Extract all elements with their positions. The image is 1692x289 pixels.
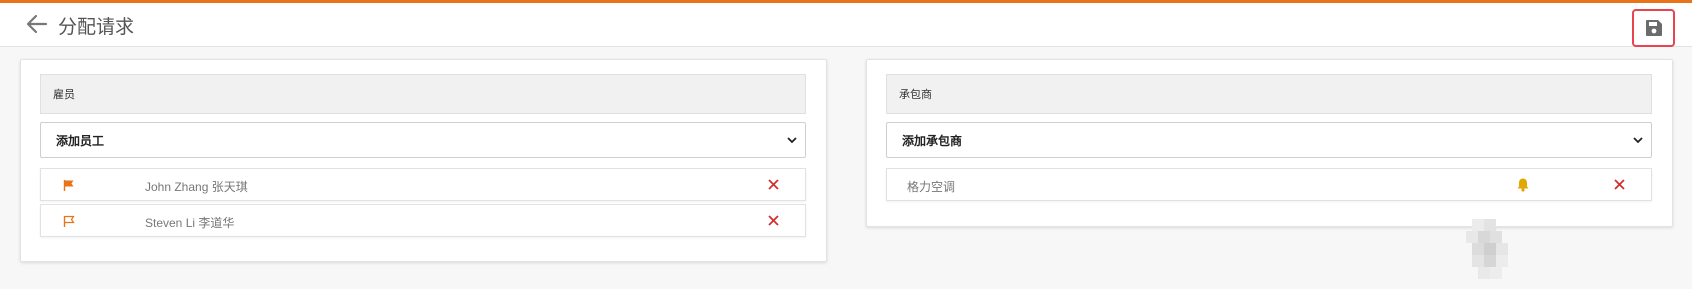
- floppy-disk-icon: [1645, 20, 1662, 36]
- remove-employee-button[interactable]: [767, 214, 780, 227]
- employees-card: 雇员 添加员工 John Zhang 张天琪 Steven Li 李道华: [20, 59, 827, 262]
- add-employee-select-value: 添加员工: [56, 133, 105, 148]
- employee-name: Steven Li 李道华: [145, 216, 235, 230]
- contractor-row: 格力空调: [886, 168, 1652, 201]
- employee-row: John Zhang 张天琪: [40, 168, 806, 201]
- employees-section-title: 雇员: [53, 89, 75, 101]
- contractors-card: 承包商 添加承包商 格力空调: [866, 59, 1673, 227]
- chevron-down-icon: [1631, 133, 1645, 147]
- add-employee-select[interactable]: 添加员工: [40, 122, 806, 158]
- close-icon: [768, 215, 779, 226]
- employee-name: John Zhang 张天琪: [145, 180, 248, 194]
- top-bar: 分配请求: [0, 0, 1692, 47]
- contractor-name: 格力空调: [907, 180, 956, 194]
- chevron-down-icon: [785, 133, 799, 147]
- add-contractor-select-value: 添加承包商: [902, 133, 963, 148]
- contractors-section-header: 承包商: [886, 74, 1652, 114]
- flag-outline-icon[interactable]: [63, 215, 75, 228]
- back-button[interactable]: [24, 11, 50, 37]
- remove-contractor-button[interactable]: [1613, 178, 1626, 191]
- employee-row: Steven Li 李道华: [40, 204, 806, 237]
- contractors-section-title: 承包商: [899, 89, 932, 101]
- add-contractor-select[interactable]: 添加承包商: [886, 122, 1652, 158]
- arrow-left-icon: [26, 14, 48, 34]
- close-icon: [768, 179, 779, 190]
- employees-section-header: 雇员: [40, 74, 806, 114]
- bell-icon[interactable]: [1516, 177, 1530, 192]
- page-title: 分配请求: [58, 17, 135, 38]
- close-icon: [1614, 179, 1625, 190]
- pixelated-watermark: [1466, 219, 1508, 279]
- save-button[interactable]: [1632, 9, 1675, 47]
- remove-employee-button[interactable]: [767, 178, 780, 191]
- flag-filled-icon[interactable]: [63, 179, 75, 192]
